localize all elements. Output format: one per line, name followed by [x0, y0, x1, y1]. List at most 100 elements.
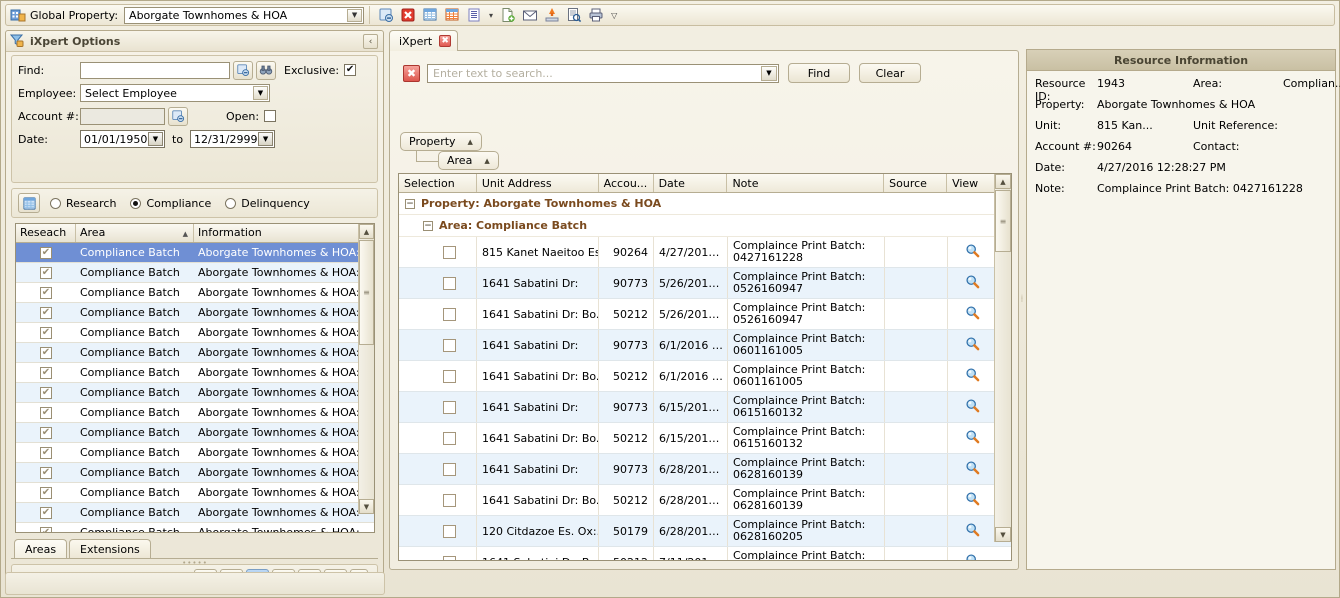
dropdown-caret-icon[interactable]: ▾	[485, 11, 497, 20]
mode-compliance[interactable]: Compliance	[130, 197, 211, 210]
row-checkbox-cell[interactable]: ✔	[16, 406, 76, 419]
row-checkbox-cell[interactable]: ✔	[16, 346, 76, 359]
row-selection-cell[interactable]	[399, 423, 477, 453]
exclusive-checkbox[interactable]: ✔	[344, 64, 357, 76]
group-button-area[interactable]: Area ▲	[438, 151, 499, 170]
row-selection-cell[interactable]	[399, 361, 477, 391]
row-checkbox[interactable]	[442, 276, 456, 290]
mode-research[interactable]: Research	[50, 197, 116, 210]
print-icon[interactable]	[586, 6, 606, 25]
overflow-caret-icon[interactable]: ▽	[607, 11, 621, 20]
export-icon[interactable]	[542, 6, 562, 25]
table-row[interactable]: ✔ Compliance Batch Aborgate Townhomes & HO…	[16, 263, 374, 283]
table-row[interactable]: 120 Citdazoe Es. Ox:... 50179 6/28/201… Com…	[399, 516, 1011, 547]
chevron-down-icon[interactable]: ▼	[347, 8, 363, 22]
list-icon[interactable]	[464, 6, 484, 25]
new-document-icon[interactable]	[498, 6, 518, 25]
date-from-picker[interactable]: 01/01/1950 ▼	[80, 130, 165, 148]
col-header-selection[interactable]: Selection	[399, 174, 477, 192]
account-lookup-icon[interactable]	[168, 106, 188, 126]
find-clear-icon[interactable]	[233, 60, 253, 80]
search-combo[interactable]: Enter text to search... ▼	[427, 63, 779, 83]
window-blue-icon[interactable]	[420, 6, 440, 25]
check-icon[interactable]: ✔	[40, 486, 52, 499]
results-grid-scrollbar[interactable]: ▲ ≡ ▼	[994, 174, 1011, 542]
scroll-down-button[interactable]: ▼	[359, 499, 374, 514]
radio-delinquency[interactable]	[225, 197, 237, 209]
col-header-date[interactable]: Date	[654, 174, 728, 192]
clear-button[interactable]: Clear	[859, 63, 921, 83]
check-icon[interactable]: ✔	[40, 446, 52, 459]
magnifier-icon[interactable]	[965, 336, 980, 354]
magnifier-icon[interactable]	[965, 243, 980, 261]
grid-orange-icon[interactable]	[442, 6, 462, 25]
col-header-information[interactable]: Information	[194, 224, 359, 242]
row-checkbox[interactable]	[442, 493, 456, 507]
row-checkbox-cell[interactable]: ✔	[16, 306, 76, 319]
col-header-source[interactable]: Source	[884, 174, 948, 192]
table-row[interactable]: 815 Kanet Naeitoo Es... 90264 4/27/201… Com…	[399, 237, 1011, 268]
employee-select[interactable]: Select Employee ▼	[80, 84, 270, 102]
email-icon[interactable]	[520, 6, 540, 25]
find-input[interactable]	[80, 61, 230, 79]
clear-search-icon[interactable]: ✖	[403, 64, 420, 82]
cell-view[interactable]	[948, 361, 997, 391]
col-header-account[interactable]: Accou...	[599, 174, 654, 192]
collapse-panel-button[interactable]: ‹	[363, 34, 378, 49]
row-selection-cell[interactable]	[399, 330, 477, 360]
find-button[interactable]: Find	[788, 63, 850, 83]
col-header-reseach[interactable]: Reseach	[16, 224, 76, 242]
row-checkbox-cell[interactable]: ✔	[16, 266, 76, 279]
row-checkbox[interactable]	[442, 462, 456, 476]
row-checkbox-cell[interactable]: ✔	[16, 466, 76, 479]
cell-view[interactable]	[948, 485, 997, 515]
tab-extensions[interactable]: Extensions	[69, 539, 151, 559]
magnifier-icon[interactable]	[965, 491, 980, 509]
table-row[interactable]: ✔ Compliance Batch Aborgate Townhomes & HO…	[16, 443, 374, 463]
table-row[interactable]: ✔ Compliance Batch Aborgate Townhomes & HO…	[16, 403, 374, 423]
row-selection-cell[interactable]	[399, 454, 477, 484]
check-icon[interactable]: ✔	[40, 306, 52, 319]
radio-research[interactable]	[50, 197, 61, 209]
tab-areas[interactable]: Areas	[14, 539, 68, 559]
check-icon[interactable]: ✔	[40, 406, 52, 419]
row-selection-cell[interactable]	[399, 392, 477, 422]
table-row[interactable]: 1641 Sabatini Dr: Bo... 50212 6/15/201… Com…	[399, 423, 1011, 454]
row-checkbox-cell[interactable]: ✔	[16, 286, 76, 299]
row-checkbox[interactable]	[442, 431, 456, 445]
row-checkbox-cell[interactable]: ✔	[16, 426, 76, 439]
magnifier-icon[interactable]	[965, 522, 980, 540]
table-row[interactable]: ✔ Compliance Batch Aborgate Townhomes & HO…	[16, 503, 374, 523]
table-row[interactable]: 1641 Sabatini Dr: Bo...502127/11/201…Com…	[399, 547, 1011, 560]
panel-splitter[interactable]: ⁞ ⁞	[1020, 295, 1024, 310]
row-checkbox-cell[interactable]: ✔	[16, 486, 76, 499]
row-checkbox[interactable]	[442, 400, 456, 414]
preview-icon[interactable]	[564, 6, 584, 25]
areas-grid-scrollbar[interactable]: ▲ ≡ ▼	[358, 224, 374, 514]
binoculars-icon[interactable]	[256, 60, 276, 80]
row-selection-cell[interactable]	[399, 516, 477, 546]
check-icon[interactable]: ✔	[40, 366, 52, 379]
row-checkbox-cell[interactable]: ✔	[16, 386, 76, 399]
delete-red-icon[interactable]	[398, 6, 418, 25]
table-row[interactable]: 1641 Sabatini Dr: 90773 6/15/201… Complainc…	[399, 392, 1011, 423]
areas-grid-body[interactable]: ✔ Compliance Batch Aborgate Townhomes & HO…	[16, 243, 374, 532]
results-grid-body[interactable]: − Property: Aborgate Townhomes & HOA − Area…	[399, 193, 1011, 560]
table-row[interactable]: ✔ Compliance Batch Aborgate Townhomes & HO…	[16, 383, 374, 403]
scroll-thumb[interactable]: ≡	[359, 240, 374, 345]
table-row[interactable]: ✔ Compliance Batch Aborgate Townhomes & HO…	[16, 283, 374, 303]
table-row[interactable]: ✔ Compliance Batch Aborgate Townhomes & HO…	[16, 303, 374, 323]
magnifier-icon[interactable]	[965, 429, 980, 447]
check-icon[interactable]: ✔	[40, 526, 52, 532]
check-icon[interactable]: ✔	[40, 326, 52, 339]
row-selection-cell[interactable]	[399, 485, 477, 515]
group-button-property[interactable]: Property ▲	[400, 132, 482, 151]
col-header-view[interactable]: View	[947, 174, 996, 192]
row-checkbox[interactable]	[442, 307, 456, 321]
table-row[interactable]: ✔ Compliance Batch Aborgate Townhomes & HO…	[16, 423, 374, 443]
cell-view[interactable]	[948, 454, 997, 484]
cell-view[interactable]	[948, 237, 997, 267]
chevron-down-icon[interactable]: ▼	[258, 132, 274, 146]
row-selection-cell[interactable]	[399, 299, 477, 329]
row-checkbox[interactable]	[442, 338, 456, 352]
